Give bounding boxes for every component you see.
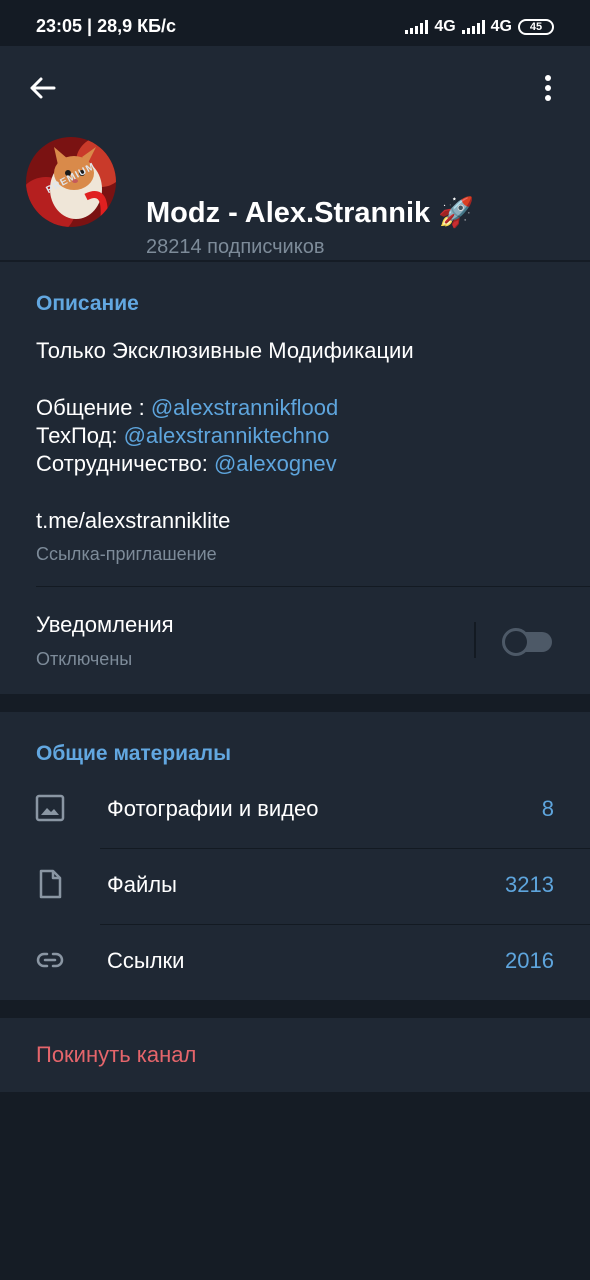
divider [36, 586, 590, 587]
contact-line: Сотрудничество: @alexognev [36, 451, 337, 477]
media-count: 8 [541, 796, 554, 821]
media-row-files[interactable]: Файлы 3213 [0, 848, 590, 924]
subscriber-count: 28214 подписчиков [146, 236, 325, 258]
link-icon [36, 952, 64, 968]
notifications-state: Отключены [36, 649, 133, 669]
contact-link-flood[interactable]: @alexstrannikflood [151, 395, 338, 420]
media-row-photos[interactable]: Фотографии и видео 8 [0, 772, 590, 848]
media-label: Фотографии и видео [107, 796, 319, 821]
invite-link[interactable]: t.me/alexstranniklite [36, 508, 230, 534]
contact-label: ТехПод: [36, 423, 124, 448]
notifications-toggle[interactable] [502, 628, 554, 656]
channel-title: Modz - Alex.Strannik 🚀 [146, 197, 475, 229]
shared-media-title: Общие материалы [36, 742, 232, 765]
status-icons: 4G 4G 45 [405, 16, 554, 38]
image-icon [35, 794, 65, 822]
media-count: 2016 [505, 948, 554, 973]
contact-line: Общение : @alexstrannikflood [36, 395, 338, 421]
contact-label: Общение : [36, 395, 151, 420]
toggle-knob [502, 628, 530, 656]
toggle-separator [474, 622, 476, 658]
back-button[interactable] [22, 68, 62, 108]
contact-link-techno[interactable]: @alexstranniktechno [124, 423, 330, 448]
contact-line: ТехПод: @alexstranniktechno [36, 423, 329, 449]
signal-icon [461, 20, 485, 34]
file-icon [39, 869, 62, 899]
network-label-2: 4G [490, 18, 512, 35]
description-title: Описание [36, 292, 139, 315]
description-text: Только Эксклюзивные Модификации [36, 338, 414, 363]
media-label: Ссылки [107, 948, 185, 973]
media-count: 3213 [505, 872, 554, 897]
shared-media-section: Общие материалы Фотографии и видео 8 Фай… [0, 712, 590, 1000]
media-row-links[interactable]: Ссылки 2016 [0, 924, 590, 1000]
channel-avatar[interactable]: PREMIUM [26, 137, 116, 227]
contact-link-ognev[interactable]: @alexognev [214, 451, 337, 476]
network-label-1: 4G [434, 18, 456, 35]
contact-label: Сотрудничество: [36, 451, 214, 476]
invite-link-hint: Ссылка-приглашение [36, 544, 217, 564]
channel-header: PREMIUM Modz - Alex.Strannik 🚀 28214 под… [0, 46, 590, 260]
arrow-left-icon [30, 77, 56, 99]
description-section: Описание Только Эксклюзивные Модификации… [0, 262, 590, 694]
media-label: Файлы [107, 872, 177, 897]
leave-channel-button[interactable]: Покинуть канал [0, 1018, 590, 1092]
more-vertical-icon [545, 75, 551, 101]
battery-icon: 45 [518, 19, 554, 35]
more-options-button[interactable] [528, 68, 568, 108]
leave-channel-label: Покинуть канал [36, 1042, 197, 1067]
signal-icon [405, 20, 429, 34]
status-time-speed: 23:05 | 28,9 КБ/с [36, 16, 177, 36]
status-bar: 23:05 | 28,9 КБ/с 4G 4G 45 [0, 0, 590, 46]
notifications-label: Уведомления [36, 612, 174, 637]
